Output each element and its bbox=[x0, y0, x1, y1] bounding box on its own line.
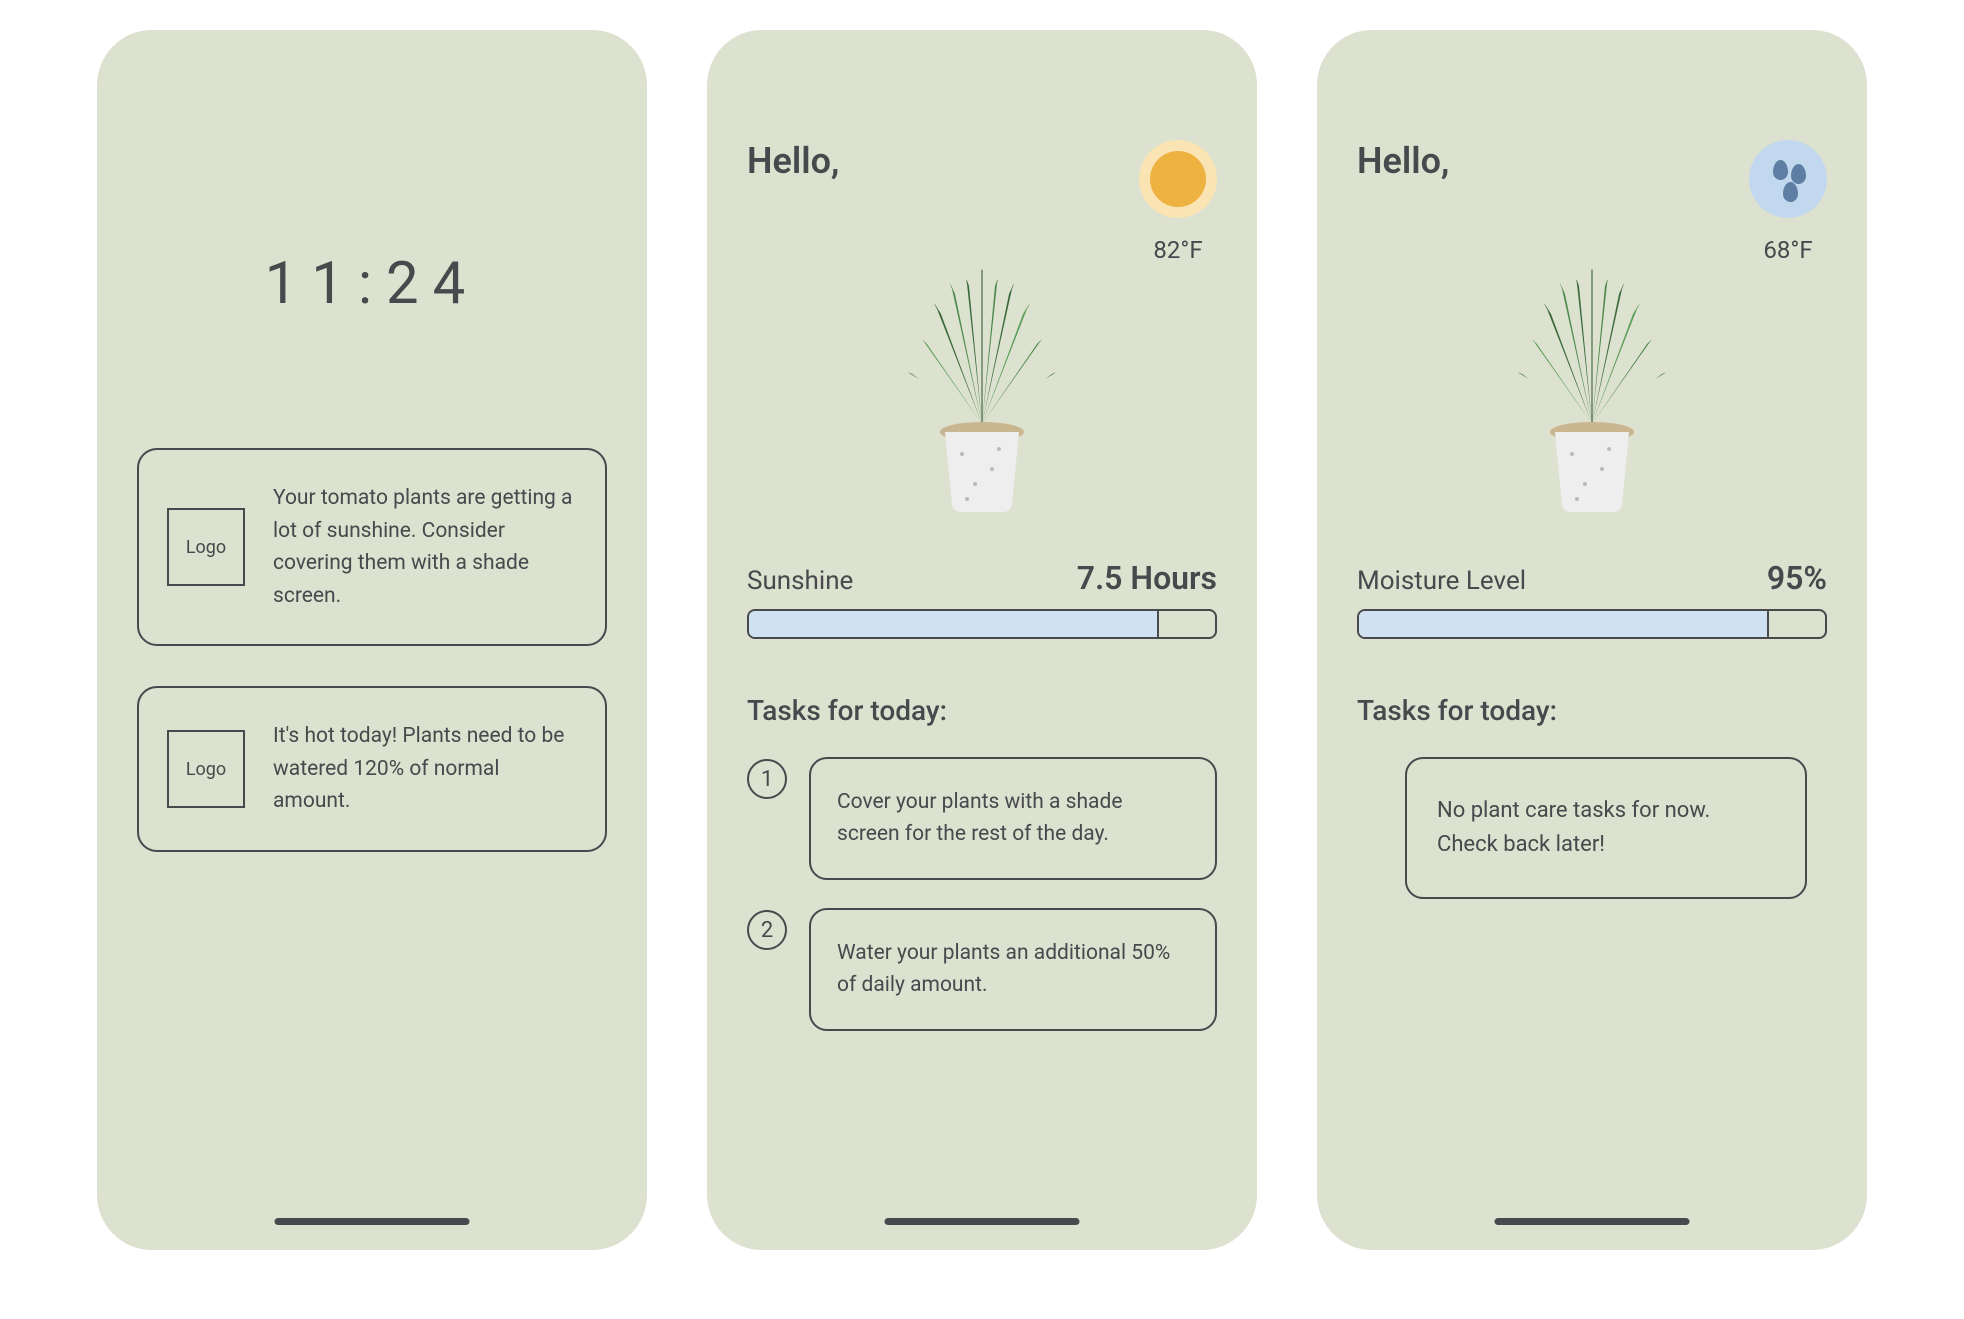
metric-value: 95% bbox=[1767, 559, 1827, 597]
rain-icon bbox=[1749, 140, 1827, 218]
task-number-badge: 2 bbox=[747, 910, 787, 950]
notification-card[interactable]: Logo Your tomato plants are getting a lo… bbox=[137, 448, 607, 646]
metric-value: 7.5 Hours bbox=[1077, 559, 1217, 597]
notification-text: Your tomato plants are getting a lot of … bbox=[273, 482, 577, 612]
sun-icon bbox=[1139, 140, 1217, 218]
task-text: Water your plants an additional 50% of d… bbox=[809, 908, 1217, 1031]
greeting-text: Hello, bbox=[1357, 140, 1449, 182]
home-indicator[interactable] bbox=[1495, 1218, 1690, 1225]
plant-icon bbox=[1507, 254, 1677, 514]
empty-tasks-card: No plant care tasks for now. Check back … bbox=[1405, 757, 1807, 899]
moisture-progress-bar bbox=[1357, 609, 1827, 639]
greeting-text: Hello, bbox=[747, 140, 839, 182]
tasks-heading: Tasks for today: bbox=[747, 694, 1217, 727]
temperature-value: 82°F bbox=[1153, 236, 1202, 264]
metric-label: Moisture Level bbox=[1357, 566, 1526, 596]
task-item[interactable]: 2 Water your plants an additional 50% of… bbox=[747, 908, 1217, 1031]
temperature-value: 68°F bbox=[1763, 236, 1812, 264]
notification-card[interactable]: Logo It's hot today! Plants need to be w… bbox=[137, 686, 607, 852]
dashboard-rainy-phone: Hello, 68°F Moisture Level 95% Tasks for… bbox=[1317, 30, 1867, 1250]
tasks-heading: Tasks for today: bbox=[1357, 694, 1827, 727]
lockscreen-phone: 11:24 Logo Your tomato plants are gettin… bbox=[97, 30, 647, 1250]
metric-label: Sunshine bbox=[747, 566, 853, 596]
task-text: Cover your plants with a shade screen fo… bbox=[809, 757, 1217, 880]
progress-fill bbox=[1359, 611, 1769, 637]
clock-time: 11:24 bbox=[137, 250, 607, 318]
task-number-badge: 1 bbox=[747, 759, 787, 799]
plant-illustration bbox=[1357, 254, 1827, 514]
app-logo-placeholder: Logo bbox=[167, 730, 245, 808]
dashboard-sunny-phone: Hello, 82°F Sunshine 7.5 Hours Tasks for… bbox=[707, 30, 1257, 1250]
sunshine-progress-bar bbox=[747, 609, 1217, 639]
notification-text: It's hot today! Plants need to be watere… bbox=[273, 720, 577, 818]
home-indicator[interactable] bbox=[275, 1218, 470, 1225]
home-indicator[interactable] bbox=[885, 1218, 1080, 1225]
app-logo-placeholder: Logo bbox=[167, 508, 245, 586]
task-item[interactable]: 1 Cover your plants with a shade screen … bbox=[747, 757, 1217, 880]
progress-fill bbox=[749, 611, 1159, 637]
plant-illustration bbox=[747, 254, 1217, 514]
plant-icon bbox=[897, 254, 1067, 514]
